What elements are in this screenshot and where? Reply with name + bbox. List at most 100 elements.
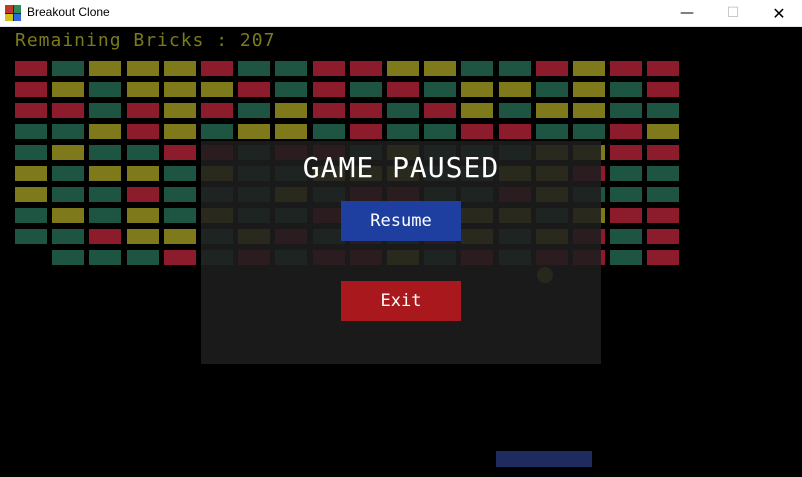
minimize-button[interactable]: — xyxy=(664,0,710,26)
brick xyxy=(238,82,271,97)
pause-menu: GAME PAUSED Resume Exit xyxy=(201,141,601,364)
brick xyxy=(163,82,196,97)
exit-button[interactable]: Exit xyxy=(341,281,461,321)
brick xyxy=(52,250,85,265)
brick xyxy=(126,145,159,160)
brick xyxy=(89,187,122,202)
brick xyxy=(15,82,47,97)
brick xyxy=(89,61,122,76)
close-button[interactable]: ✕ xyxy=(756,0,802,26)
brick xyxy=(89,229,122,244)
brick xyxy=(424,103,457,118)
brick xyxy=(610,61,643,76)
brick xyxy=(647,61,680,76)
brick xyxy=(15,103,47,118)
brick xyxy=(126,229,159,244)
title-bar: Breakout Clone — ☐ ✕ xyxy=(0,0,802,27)
brick xyxy=(647,208,680,223)
brick xyxy=(498,61,531,76)
brick xyxy=(275,124,308,139)
brick xyxy=(610,166,643,181)
brick xyxy=(349,82,382,97)
brick xyxy=(89,250,122,265)
brick xyxy=(647,103,680,118)
brick xyxy=(163,166,196,181)
brick xyxy=(387,61,419,76)
brick xyxy=(349,124,382,139)
brick xyxy=(15,166,47,181)
brick xyxy=(275,103,308,118)
brick xyxy=(498,124,531,139)
brick xyxy=(89,166,122,181)
brick xyxy=(349,103,382,118)
brick xyxy=(126,166,159,181)
brick xyxy=(424,124,457,139)
brick xyxy=(647,82,680,97)
brick xyxy=(126,103,159,118)
brick xyxy=(535,82,568,97)
brick xyxy=(52,229,85,244)
brick xyxy=(89,145,122,160)
brick xyxy=(52,124,85,139)
brick xyxy=(387,103,419,118)
brick xyxy=(238,103,271,118)
brick xyxy=(52,208,85,223)
brick xyxy=(126,187,159,202)
brick xyxy=(15,208,47,223)
brick xyxy=(238,124,271,139)
brick xyxy=(163,250,196,265)
resume-button[interactable]: Resume xyxy=(341,201,461,241)
brick xyxy=(52,187,85,202)
brick xyxy=(126,82,159,97)
brick xyxy=(387,124,419,139)
brick xyxy=(610,250,643,265)
brick xyxy=(647,124,680,139)
brick xyxy=(89,103,122,118)
brick xyxy=(610,103,643,118)
brick xyxy=(52,61,85,76)
brick xyxy=(647,229,680,244)
brick xyxy=(312,61,345,76)
brick xyxy=(424,82,457,97)
brick xyxy=(163,208,196,223)
brick xyxy=(573,82,605,97)
brick xyxy=(201,61,233,76)
maximize-button[interactable]: ☐ xyxy=(710,0,756,26)
brick xyxy=(126,250,159,265)
brick xyxy=(498,82,531,97)
brick xyxy=(52,166,85,181)
brick xyxy=(573,61,605,76)
brick xyxy=(126,61,159,76)
brick xyxy=(647,250,680,265)
app-icon xyxy=(5,5,21,21)
brick xyxy=(15,61,47,76)
brick xyxy=(461,103,494,118)
brick xyxy=(201,124,233,139)
brick xyxy=(52,145,85,160)
brick xyxy=(126,208,159,223)
brick xyxy=(163,187,196,202)
pause-title: GAME PAUSED xyxy=(302,151,500,184)
brick xyxy=(573,103,605,118)
brick xyxy=(610,82,643,97)
brick xyxy=(163,229,196,244)
brick xyxy=(610,124,643,139)
brick xyxy=(89,124,122,139)
brick xyxy=(163,61,196,76)
game-canvas[interactable]: Remaining Bricks : 207 GAME PAUSED Resum… xyxy=(0,27,802,477)
brick xyxy=(535,103,568,118)
brick xyxy=(312,103,345,118)
paddle[interactable] xyxy=(496,451,592,467)
brick xyxy=(424,61,457,76)
brick xyxy=(647,166,680,181)
brick xyxy=(238,61,271,76)
brick xyxy=(15,229,47,244)
brick xyxy=(610,187,643,202)
brick xyxy=(461,82,494,97)
brick xyxy=(535,124,568,139)
brick xyxy=(312,82,345,97)
remaining-bricks-counter: Remaining Bricks : 207 xyxy=(15,30,276,51)
brick xyxy=(15,124,47,139)
brick xyxy=(573,124,605,139)
brick xyxy=(275,61,308,76)
